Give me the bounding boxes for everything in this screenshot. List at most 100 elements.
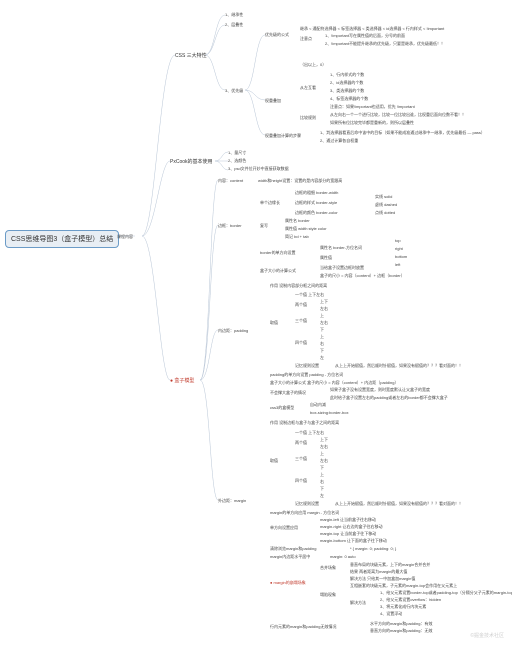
margin-collapse2-s3: 3、将元素化成行内块元素 bbox=[380, 604, 426, 610]
padding-v2-2: 左右 bbox=[320, 306, 328, 312]
border-style: 边框的样式 border-style bbox=[295, 200, 337, 206]
margin-valcount: 取值 bbox=[270, 458, 278, 464]
margin-v3-3: 下 bbox=[320, 465, 324, 471]
weight-note: 注意点：如果!important也适用，优先 !important bbox=[330, 104, 415, 110]
padding-size: 盒子大小的计算公式 盒子的尺小 = 内容（content）+ 内边距（paddi… bbox=[270, 380, 398, 386]
margin-center-detail: margin: 0 auto bbox=[330, 554, 356, 559]
margin-collapse1-result: 结果 两者距离为margin的最大值 bbox=[350, 569, 407, 575]
padding-v4: 四个值 bbox=[295, 340, 307, 346]
margin-collapse2-desc: 互相嵌套的块级元素，子元素的margin-top会作用在父元素上 bbox=[350, 583, 457, 589]
margin-collapse2-s2: 2、给父元素设置overflow：hidden bbox=[380, 597, 441, 603]
weight-compare: 从左互看 bbox=[300, 85, 316, 91]
margin-memo: 记忆规则设置 bbox=[295, 501, 319, 507]
compare1: 从左向右一个一个进行比较，比较一位比较出谁，比权重后面向位数不看！！ bbox=[330, 112, 466, 118]
pxcook-1: 1、量尺寸 bbox=[228, 150, 246, 156]
padding-v3-3: 下 bbox=[320, 327, 324, 333]
border-single-val: 属性值 bbox=[320, 255, 332, 261]
margin-collapse1-desc: 垂直布局的块级元素，上下的margin合并合并 bbox=[350, 562, 430, 568]
margin-apply-bottom: margin-bottom 让下面的盒子往下移动 bbox=[320, 538, 387, 544]
margin-v2-1: 上下 bbox=[320, 437, 328, 443]
border-dotted: 点线 dotted bbox=[375, 210, 395, 216]
border-solid: 实线 solid bbox=[375, 194, 392, 200]
border-dir-top: top bbox=[395, 238, 401, 243]
padding-v4-2: 右 bbox=[320, 341, 324, 347]
weight-c2: 2、id选择器的个数 bbox=[330, 80, 363, 86]
margin-v3-1: 上 bbox=[320, 451, 324, 457]
pxcook-2: 2、选颜色 bbox=[228, 158, 246, 164]
margin-v4-3: 下 bbox=[320, 486, 324, 492]
border-compound-memo: 简记 bd + tab bbox=[285, 234, 309, 240]
padding-v1: 一个值 上下左右 bbox=[295, 292, 324, 298]
priority-formula-label: 优先级的公式 bbox=[265, 32, 289, 38]
weight-k1: （出以上，0） bbox=[300, 62, 326, 68]
padding-v4-4: 左 bbox=[320, 355, 324, 361]
margin-collapse1-solve: 解决方法 只给其一中加盒加margin值 bbox=[350, 576, 415, 582]
priority-note1: 1、!important写在属性值的后面，分号的前面 bbox=[325, 33, 405, 39]
padding-no-expand: 不会撑大盒子的情况 bbox=[270, 390, 306, 396]
padding-css3: css3的盒模型 bbox=[270, 405, 294, 411]
compare-label: 比较规则 bbox=[300, 115, 316, 121]
margin-collapse2-s4: 4、设置浮动 bbox=[380, 611, 402, 617]
border-single: 单个边缘长 bbox=[260, 200, 280, 206]
margin-apply-right: margin-right 让右边的盒子往右移动 bbox=[320, 524, 382, 530]
border-size-rule: 当给盒子设置边框时放置 bbox=[320, 265, 364, 271]
box-padding: 内边距：padding bbox=[218, 328, 248, 334]
margin-inline: 行内元素的margin和padding无效情况 bbox=[270, 624, 336, 630]
box-content: 内容：content bbox=[218, 178, 243, 184]
margin-v4-1: 上 bbox=[320, 472, 324, 478]
padding-v3-2: 左右 bbox=[320, 320, 328, 326]
margin-inline2: 垂直方向的margin和padding：无效 bbox=[370, 628, 432, 634]
margin-v4: 四个值 bbox=[295, 478, 307, 484]
padding-memo: 记忆规则设置 bbox=[295, 363, 319, 369]
border-dashed: 虚线 dashed bbox=[375, 202, 397, 208]
padding-v3-1: 上 bbox=[320, 313, 324, 319]
padding-v2: 两个值 bbox=[295, 302, 307, 308]
padding-css3-val: box-sizing:border-box bbox=[310, 410, 348, 415]
feature-3: 3、优先级 bbox=[225, 88, 243, 94]
margin-v4-4: 左 bbox=[320, 493, 324, 499]
padding-v4-3: 下 bbox=[320, 348, 324, 354]
margin-v3: 三个值 bbox=[295, 456, 307, 462]
margin-single-apply: 单方向设置应用 bbox=[270, 525, 298, 531]
weight-calc-label: 权重叠加计算的步骤 bbox=[265, 133, 301, 139]
padding-v3: 三个值 bbox=[295, 318, 307, 324]
padding-valcount: 取值 bbox=[270, 320, 278, 326]
weight-c1: 1、行内样式的个数 bbox=[330, 72, 364, 78]
margin-v2: 两个值 bbox=[295, 440, 307, 446]
compare2: 如果所有位比较完毕都是重新的，则所以层叠性 bbox=[330, 120, 414, 126]
connector-lines bbox=[0, 0, 512, 647]
root-node[interactable]: CSS思维导图3（盒子模型）总结 bbox=[5, 230, 119, 248]
margin-collapse1: 合并场象 bbox=[320, 565, 336, 571]
border-compound: 复写 bbox=[260, 223, 268, 229]
border-compound-attr: 属性名 border bbox=[285, 218, 310, 224]
margin-apply-top: margin-top 让当前盒子往下移动 bbox=[320, 531, 376, 537]
weight-step1: 1、判选择器看直后命中该中的目标（如果不能成准通过继承中一继承，优先级最低 — … bbox=[320, 130, 485, 136]
border-color: 边框的颜色 border-color bbox=[295, 210, 338, 216]
padding-single-dir: padding的单方向设置 padding - 方位名词 bbox=[270, 372, 343, 378]
border-single-dir: border的单方向设置 bbox=[260, 250, 296, 256]
border-dir-left: left bbox=[395, 262, 400, 267]
pxcook-3: 3、psd文件位开妙中直接获取数据 bbox=[228, 166, 289, 172]
priority-note2: 2、!important不能提升继承的优先级，只要是继承，优先级最低！！ bbox=[325, 41, 445, 47]
margin-v3-2: 左右 bbox=[320, 458, 328, 464]
priority-formula: 继承 < 通配符选择器 < 标签选择器 < 类选择器 < id选择器 < 行内样… bbox=[300, 26, 444, 32]
margin-clear-detail: * { margin: 0; padding: 0; } bbox=[350, 546, 396, 551]
margin-center: margin内边距水平居中 bbox=[270, 554, 310, 560]
margin-v1: 一个值 上下左右 bbox=[295, 430, 324, 436]
margin-memo-detail: 从上上开始赋值，然后顺时针赋值，如果没有赋值的？？？看对面的！！ bbox=[335, 501, 463, 507]
border-single-attr: 属性名 border-方位名词 bbox=[320, 245, 362, 251]
margin-collapse2: 塌陷现象 bbox=[320, 592, 336, 598]
margin-inline1: 水平方向的margin和padding：有效 bbox=[370, 621, 432, 627]
border-dir-bottom: bottom bbox=[395, 254, 407, 259]
pxcook: PxCook的基本使用 bbox=[170, 158, 213, 165]
margin-problem: ● margin的崩塌场象 bbox=[270, 580, 306, 586]
padding-v2-1: 上下 bbox=[320, 299, 328, 305]
padding-no-expand1: 如果子盒子没有设置宽度，则时宽度默认让父盒子的宽度 bbox=[330, 387, 430, 393]
border-size: 盒子大小的计算公式 bbox=[260, 268, 296, 274]
margin-clear: 清除浏览margin和padding bbox=[270, 546, 316, 552]
weight-step2: 2、通过计算各自权重 bbox=[320, 138, 358, 144]
padding-css3-attr: 自动内减 bbox=[310, 402, 326, 408]
margin-role: 作用 设制边框与盒子与盒子之间的距离 bbox=[270, 420, 339, 426]
margin-collapse2-solve: 解决方法 bbox=[350, 600, 366, 606]
watermark: ©掘金技术社区 bbox=[470, 632, 504, 639]
